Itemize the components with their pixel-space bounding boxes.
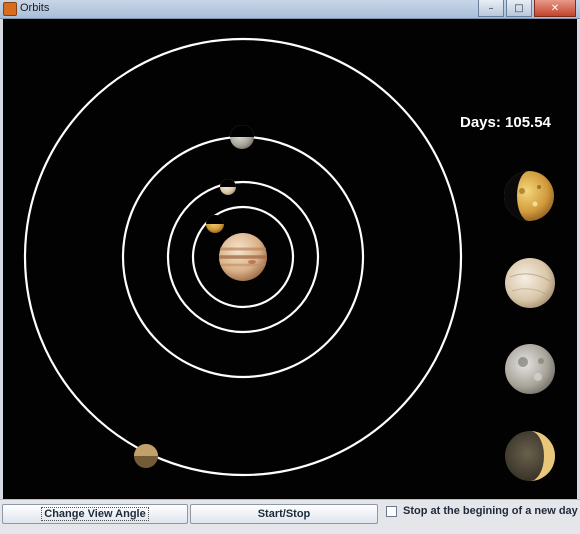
europa-orbiting [220,179,236,195]
start-stop-button[interactable]: Start/Stop [190,504,378,524]
ganymede-phase-image [505,344,555,394]
window-controls: – □ ✕ [478,0,576,18]
orbit-diagram [23,37,555,481]
maximize-button[interactable]: □ [506,0,532,17]
callisto-orbiting [134,444,158,468]
orbit-canvas: Days: 105.54 [3,19,577,499]
title-bar: Orbits – □ ✕ [0,0,580,19]
europa-phase-image [505,258,555,308]
app-icon [3,2,17,16]
minimize-button[interactable]: – [478,0,504,17]
ganymede-orbiting [230,125,254,149]
jupiter [219,233,267,281]
io-phase-image [504,171,554,221]
change-view-angle-button[interactable]: Change View Angle [2,504,188,524]
start-stop-label: Start/Stop [257,508,311,520]
control-bar: Change View Angle Start/Stop Stop at the… [0,499,580,534]
stop-new-day-option[interactable]: Stop at the begining of a new day [386,505,578,517]
stop-new-day-checkbox[interactable] [386,505,397,517]
callisto-phase-image [505,431,555,481]
change-view-angle-label: Change View Angle [41,507,149,521]
days-counter: Days: 105.54 [460,114,551,131]
io-orbiting [206,215,224,233]
close-button[interactable]: ✕ [534,0,576,17]
stop-new-day-label: Stop at the begining of a new day [403,505,578,517]
window-title: Orbits [20,2,50,14]
